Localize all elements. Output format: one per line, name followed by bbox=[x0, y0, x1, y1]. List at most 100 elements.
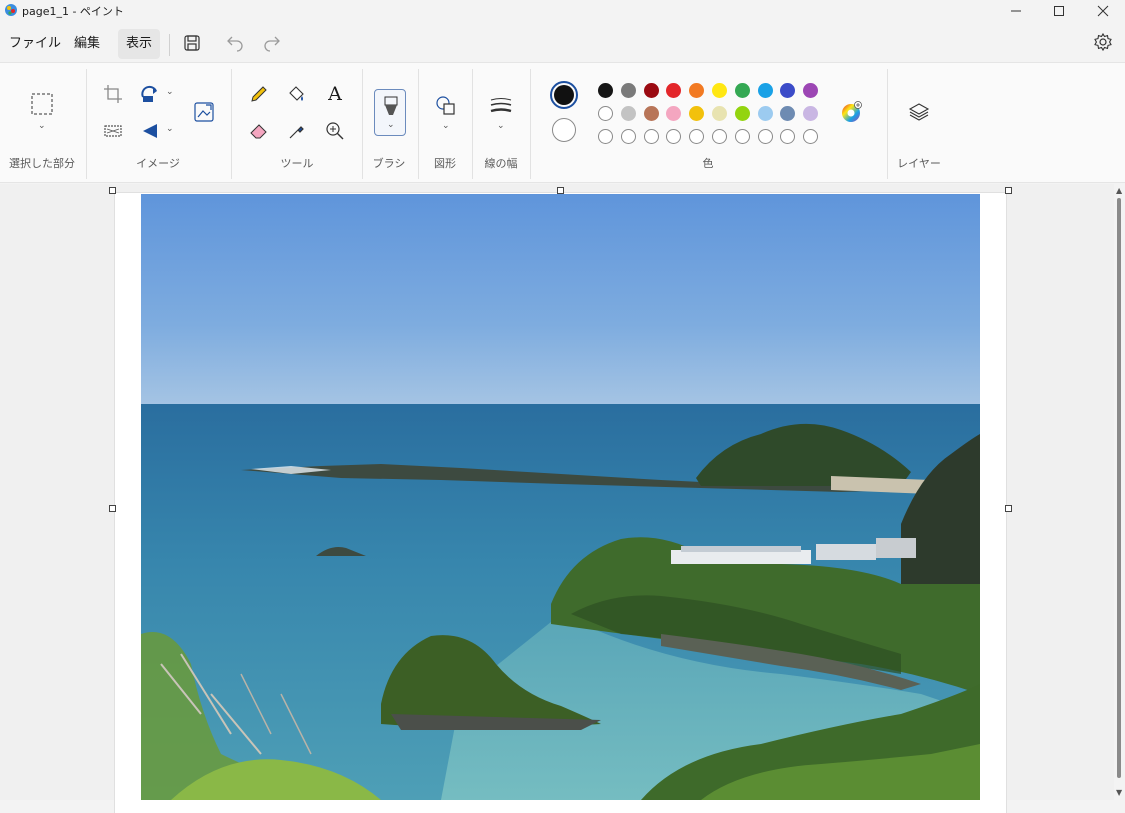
palette-swatch[interactable] bbox=[757, 83, 773, 98]
brush-icon bbox=[384, 96, 398, 115]
settings-icon[interactable] bbox=[1093, 32, 1113, 52]
pencil-icon[interactable] bbox=[248, 83, 270, 105]
group-label-tools: ツール bbox=[280, 157, 314, 170]
palette-swatch[interactable] bbox=[712, 106, 727, 121]
palette-swatch[interactable] bbox=[598, 83, 613, 98]
palette-swatch[interactable] bbox=[803, 129, 819, 144]
redo-icon[interactable] bbox=[262, 32, 282, 52]
palette-swatch[interactable] bbox=[666, 129, 682, 144]
fill-bucket-icon[interactable] bbox=[286, 83, 308, 105]
palette-swatch[interactable] bbox=[734, 83, 750, 98]
flip-icon[interactable] bbox=[139, 120, 161, 142]
primary-color-slot[interactable] bbox=[550, 81, 578, 109]
palette-swatch[interactable] bbox=[712, 83, 727, 98]
image-resize-icon[interactable] bbox=[193, 101, 215, 123]
line-width-icon[interactable] bbox=[490, 95, 512, 117]
flip-chevron-down-icon[interactable]: ⌄ bbox=[166, 124, 174, 134]
ribbon: ⌄ 選択した部分 ⌄ ⌄ イメージ A ツール ⌄ ブラシ ⌄ 図形 ⌄ 線の幅… bbox=[0, 62, 1125, 183]
group-label-line-width: 線の幅 bbox=[484, 157, 518, 170]
paint-app-icon bbox=[5, 4, 17, 16]
scroll-up-icon[interactable]: ▲ bbox=[1116, 186, 1122, 195]
edit-colors-icon[interactable] bbox=[840, 101, 862, 123]
resize-handle-right[interactable] bbox=[1005, 505, 1012, 512]
palette-swatch[interactable] bbox=[712, 129, 727, 144]
resize-handle-top-left[interactable] bbox=[109, 187, 116, 194]
group-label-image: イメージ bbox=[136, 157, 180, 170]
palette-swatch[interactable] bbox=[643, 83, 659, 98]
resize-handle-left[interactable] bbox=[109, 505, 116, 512]
palette-swatch[interactable] bbox=[803, 106, 819, 121]
minimize-button[interactable] bbox=[993, 0, 1038, 22]
group-divider bbox=[472, 69, 473, 179]
menu-divider bbox=[169, 34, 170, 56]
palette-swatch[interactable] bbox=[620, 83, 636, 98]
palette-swatch[interactable] bbox=[666, 83, 682, 98]
group-divider bbox=[887, 69, 888, 179]
scrollbar-thumb[interactable] bbox=[1117, 198, 1121, 778]
color-picker-icon[interactable] bbox=[286, 120, 308, 142]
crop-icon[interactable] bbox=[102, 83, 124, 105]
canvas-image[interactable] bbox=[141, 194, 980, 800]
rotate-icon[interactable] bbox=[139, 83, 161, 105]
group-label-selection: 選択した部分 bbox=[9, 157, 75, 170]
palette-swatch[interactable] bbox=[643, 129, 659, 144]
group-label-brush: ブラシ bbox=[372, 157, 406, 170]
brush-button[interactable]: ⌄ bbox=[374, 89, 406, 136]
group-label-colors: 色 bbox=[702, 157, 714, 170]
select-rectangle-icon[interactable] bbox=[31, 93, 53, 115]
palette-swatch[interactable] bbox=[620, 129, 636, 144]
group-divider bbox=[362, 69, 363, 179]
resize-icon[interactable] bbox=[102, 120, 124, 142]
resize-handle-top-right[interactable] bbox=[1005, 187, 1012, 194]
palette-swatch[interactable] bbox=[689, 83, 705, 98]
close-icon bbox=[1097, 5, 1108, 17]
shapes-chevron-down-icon[interactable]: ⌄ bbox=[442, 121, 450, 131]
maximize-icon bbox=[1053, 6, 1064, 16]
secondary-color-slot[interactable] bbox=[552, 118, 576, 142]
palette-swatch[interactable] bbox=[780, 129, 796, 144]
title-bar: page1_1 - ペイント bbox=[0, 0, 1125, 22]
palette-swatch[interactable] bbox=[689, 106, 705, 121]
group-divider bbox=[231, 69, 232, 179]
menu-edit[interactable]: 編集 bbox=[66, 29, 108, 59]
layers-icon[interactable] bbox=[908, 101, 930, 123]
group-divider bbox=[530, 69, 531, 179]
palette-swatch[interactable] bbox=[620, 106, 636, 121]
palette-swatch[interactable] bbox=[734, 106, 750, 121]
window-title: page1_1 - ペイント bbox=[22, 5, 124, 18]
menu-view[interactable]: 表示 bbox=[118, 29, 161, 59]
group-divider bbox=[418, 69, 419, 179]
palette-swatch[interactable] bbox=[598, 129, 613, 144]
maximize-button[interactable] bbox=[1036, 0, 1081, 22]
palette-swatch[interactable] bbox=[734, 129, 750, 144]
group-label-shapes: 図形 bbox=[434, 157, 456, 170]
text-tool-icon[interactable]: A bbox=[324, 83, 346, 105]
palette-swatch[interactable] bbox=[757, 106, 773, 121]
undo-icon[interactable] bbox=[225, 32, 245, 52]
scroll-down-icon[interactable]: ▼ bbox=[1116, 788, 1122, 797]
shapes-icon[interactable] bbox=[435, 95, 457, 117]
brush-chevron-down-icon: ⌄ bbox=[387, 120, 395, 130]
rotate-chevron-down-icon[interactable]: ⌄ bbox=[166, 87, 174, 97]
eraser-icon[interactable] bbox=[248, 120, 270, 142]
vertical-scrollbar[interactable]: ▲ ▼ bbox=[1114, 184, 1125, 800]
palette-swatch[interactable] bbox=[803, 83, 819, 98]
group-label-layers: レイヤー bbox=[897, 157, 941, 170]
palette-swatch[interactable] bbox=[598, 106, 613, 121]
menu-bar: ファイル 編集 表示 bbox=[0, 24, 1125, 62]
palette-swatch[interactable] bbox=[643, 106, 659, 121]
palette-swatch[interactable] bbox=[757, 129, 773, 144]
palette-swatch[interactable] bbox=[689, 129, 705, 144]
primary-color bbox=[554, 85, 574, 105]
group-divider bbox=[86, 69, 87, 179]
resize-handle-top[interactable] bbox=[557, 187, 564, 194]
palette-swatch[interactable] bbox=[666, 106, 682, 121]
menu-file[interactable]: ファイル bbox=[1, 29, 69, 59]
line-width-chevron-down-icon[interactable]: ⌄ bbox=[497, 121, 505, 131]
save-icon[interactable] bbox=[182, 33, 202, 53]
magnifier-icon[interactable] bbox=[324, 120, 346, 142]
palette-swatch[interactable] bbox=[780, 83, 796, 98]
close-button[interactable] bbox=[1080, 0, 1125, 22]
palette-swatch[interactable] bbox=[780, 106, 796, 121]
selection-chevron-down-icon[interactable]: ⌄ bbox=[38, 121, 46, 131]
